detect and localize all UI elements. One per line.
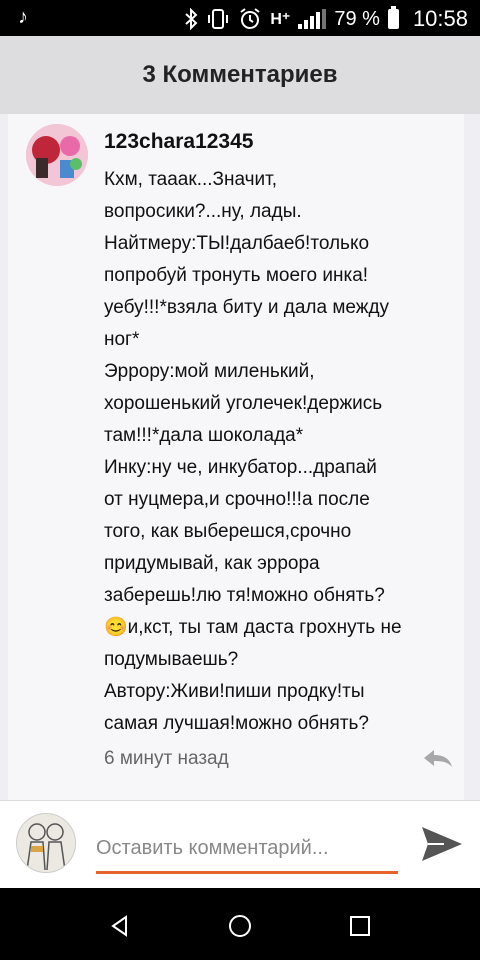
recents-button[interactable] — [340, 906, 380, 946]
vibrate-icon — [208, 9, 229, 29]
comment-item: 123chara12345 Кхм, тааак...Значит, вопро… — [8, 114, 464, 800]
comment-author[interactable]: 123chara12345 — [104, 130, 253, 154]
comment-timestamp: 6 минут назад — [104, 748, 229, 769]
alarm-icon — [240, 8, 260, 29]
home-icon — [229, 915, 251, 937]
navigation-bar — [0, 888, 480, 960]
back-button[interactable] — [100, 906, 140, 946]
home-button[interactable] — [220, 906, 260, 946]
user-avatar[interactable] — [16, 813, 76, 873]
back-icon — [111, 915, 127, 937]
music-note-icon: ♪ — [18, 6, 28, 28]
send-icon — [422, 827, 462, 861]
comment-composer — [0, 800, 480, 889]
avatar[interactable] — [26, 124, 88, 186]
reply-icon[interactable] — [422, 748, 454, 768]
comments-list[interactable]: 123chara12345 Кхм, тааак...Значит, вопро… — [0, 114, 480, 800]
signal-icon — [298, 9, 327, 29]
recents-icon — [350, 916, 370, 936]
status-bar: ♪ H⁺ 79 % 10:58 — [0, 0, 480, 36]
comment-input[interactable] — [96, 825, 398, 874]
send-button[interactable] — [418, 821, 464, 867]
network-type: H⁺ — [270, 11, 291, 28]
battery-percent: 79 % — [334, 7, 380, 30]
clock: 10:58 — [412, 6, 468, 31]
comment-text: Кхм, тааак...Значит, вопросики?...ну, ла… — [104, 169, 402, 734]
header: 3 Комментариев — [0, 36, 480, 114]
bluetooth-icon — [185, 8, 198, 30]
page-title: 3 Комментариев — [142, 61, 338, 88]
battery-icon — [387, 6, 399, 29]
